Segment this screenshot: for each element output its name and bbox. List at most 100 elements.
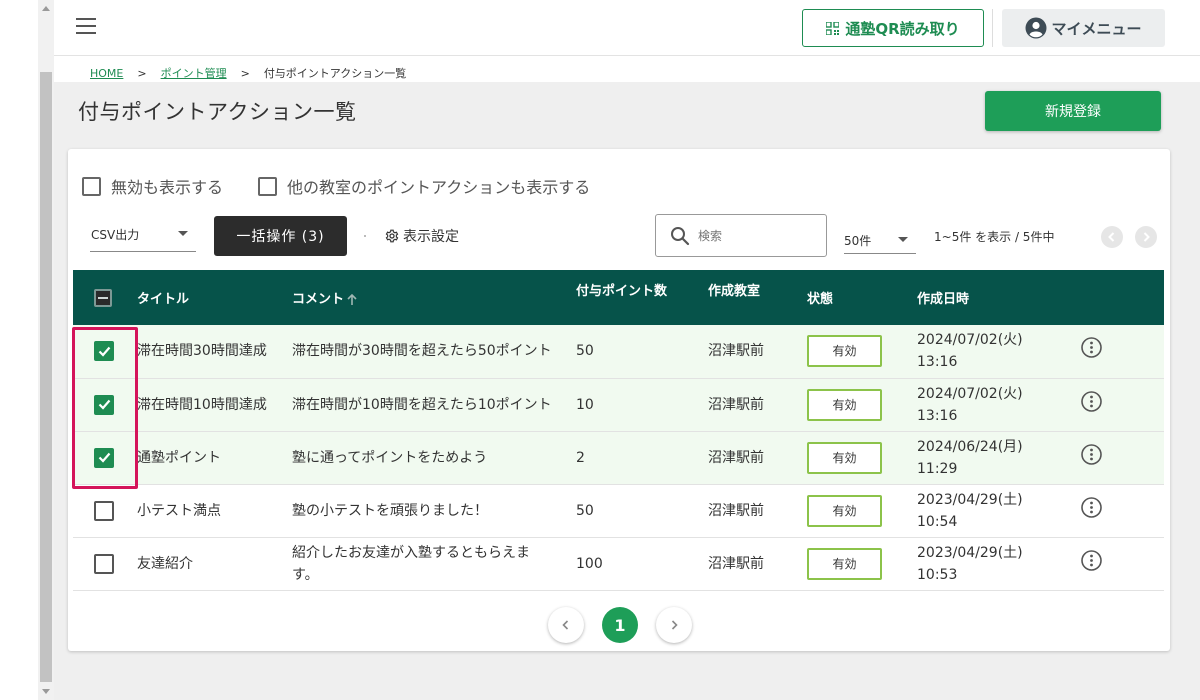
cell-comment: 塾に通ってポイントをためよう <box>292 449 488 466</box>
my-menu-label: マイメニュー <box>1051 19 1142 38</box>
cell-comment: 滞在時間が10時間を超えたら10ポイント <box>292 396 552 413</box>
left-margin <box>0 0 38 700</box>
more-vertical-icon[interactable] <box>1081 443 1102 465</box>
more-vertical-icon[interactable] <box>1081 549 1102 571</box>
next-page-icon[interactable] <box>1135 226 1157 248</box>
header-room[interactable]: 作成教室 <box>708 270 807 325</box>
cell-points: 50 <box>576 502 594 519</box>
cell-title: 滞在時間30時間達成 <box>137 343 267 360</box>
header-comment[interactable]: コメント <box>292 270 576 325</box>
breadcrumb-home-link[interactable]: HOME <box>90 67 123 80</box>
sort-up-arrow-icon[interactable] <box>346 293 358 306</box>
header-actions <box>1081 270 1164 325</box>
cell-points: 100 <box>576 555 603 572</box>
chevron-right-icon <box>671 620 678 630</box>
cell-points: 2 <box>576 449 585 466</box>
csv-export-select[interactable]: CSV出力 <box>90 216 196 252</box>
gear-icon <box>385 229 399 243</box>
cell-created: 2024/07/02(火) 13:16 <box>917 385 1023 424</box>
breadcrumb-current: 付与ポイントアクション一覧 <box>263 67 407 80</box>
qr-scan-button[interactable]: 通塾QR読み取り <box>802 9 984 47</box>
cell-room: 沼津駅前 <box>708 502 764 519</box>
user-circle-icon <box>1025 17 1047 39</box>
chevron-down-icon <box>178 231 188 236</box>
row-checkbox[interactable] <box>94 447 114 468</box>
check-icon <box>98 399 110 410</box>
more-vertical-icon[interactable] <box>1081 496 1102 518</box>
hamburger-icon[interactable] <box>76 18 96 34</box>
more-vertical-icon[interactable] <box>1081 390 1102 412</box>
scroll-up-arrow-icon[interactable] <box>42 6 50 11</box>
point-action-table: タイトル コメント 付与ポイント数 作成教室 状態 作成日時 滞在時間30時間達… <box>73 270 1164 591</box>
status-badge[interactable]: 有効 <box>807 494 882 527</box>
cell-room: 沼津駅前 <box>708 555 764 572</box>
cell-created: 2023/04/29(土) 10:54 <box>917 491 1023 530</box>
status-badge[interactable]: 有効 <box>807 335 882 368</box>
content-card: 無効も表示する 他の教室のポイントアクションも表示する CSV出力 一括操作 (… <box>68 149 1170 651</box>
search-input[interactable] <box>698 227 818 245</box>
cell-points: 10 <box>576 396 594 413</box>
header-created[interactable]: 作成日時 <box>917 270 1081 325</box>
table-row[interactable]: 滞在時間30時間達成 滞在時間が30時間を超えたら50ポイント 50 沼津駅前 … <box>73 325 1164 378</box>
search-icon <box>671 227 690 246</box>
table-row[interactable]: 友達紹介 紹介したお友達が入塾するともらえます。 100 沼津駅前 有効 202… <box>73 537 1164 590</box>
per-page-select[interactable]: 50件 <box>844 225 916 254</box>
show-inactive-checkbox[interactable]: 無効も表示する <box>82 174 223 198</box>
search-box[interactable] <box>655 214 827 257</box>
chevron-left-icon <box>562 620 569 630</box>
row-checkbox[interactable] <box>94 553 114 574</box>
qr-scan-label: 通塾QR読み取り <box>845 19 960 38</box>
cell-created: 2024/07/02(火) 13:16 <box>917 332 1023 371</box>
table-header-row: タイトル コメント 付与ポイント数 作成教室 状態 作成日時 <box>73 270 1164 325</box>
pagination-prev-button[interactable] <box>548 607 584 643</box>
select-all-checkbox[interactable] <box>94 288 112 307</box>
cell-comment: 滞在時間が30時間を超えたら50ポイント <box>292 343 552 360</box>
scroll-thumb[interactable] <box>40 72 52 682</box>
csv-export-label: CSV出力 <box>91 228 140 242</box>
cell-title: 滞在時間10時間達成 <box>137 396 267 413</box>
page-title: 付与ポイントアクション一覧 <box>78 100 357 124</box>
per-page-label: 50件 <box>844 234 872 248</box>
select-all-cell <box>73 270 137 325</box>
bulk-action-button[interactable]: 一括操作 (3) <box>214 216 347 256</box>
top-header: 通塾QR読み取り マイメニュー <box>54 0 1200 56</box>
chevron-down-icon <box>898 237 908 242</box>
scrollbar[interactable] <box>38 0 54 700</box>
row-checkbox[interactable] <box>94 394 114 415</box>
show-other-rooms-checkbox[interactable]: 他の教室のポイントアクションも表示する <box>258 174 590 198</box>
status-badge[interactable]: 有効 <box>807 388 882 421</box>
header-title[interactable]: タイトル <box>137 270 292 325</box>
pagination-next-button[interactable] <box>656 607 692 643</box>
table-row[interactable]: 滞在時間10時間達成 滞在時間が10時間を超えたら10ポイント 10 沼津駅前 … <box>73 378 1164 431</box>
display-settings-button[interactable]: 表示設定 <box>385 226 459 246</box>
cell-room: 沼津駅前 <box>708 343 764 360</box>
breadcrumb-points-link[interactable]: ポイント管理 <box>161 65 227 81</box>
checkbox-box[interactable] <box>82 176 101 196</box>
table-row[interactable]: 通塾ポイント 塾に通ってポイントをためよう 2 沼津駅前 有効 2024/06/… <box>73 431 1164 484</box>
app: 通塾QR読み取り マイメニュー HOME > ポイント管理 > 付与ポイントアク… <box>54 0 1200 700</box>
cell-title: 友達紹介 <box>137 555 193 572</box>
checkbox-box[interactable] <box>258 176 277 196</box>
table-row[interactable]: 小テスト満点 塾の小テストを頑張りました！ 50 沼津駅前 有効 2023/04… <box>73 484 1164 537</box>
row-checkbox[interactable] <box>94 500 114 521</box>
prev-page-icon[interactable] <box>1101 226 1123 248</box>
status-badge[interactable]: 有効 <box>807 441 882 474</box>
separator-dot <box>364 235 366 237</box>
cell-title: 通塾ポイント <box>137 449 221 466</box>
header-status[interactable]: 状態 <box>807 270 917 325</box>
status-badge[interactable]: 有効 <box>807 547 882 580</box>
header-divider <box>992 9 993 47</box>
cell-room: 沼津駅前 <box>708 396 764 413</box>
show-other-rooms-label: 他の教室のポイントアクションも表示する <box>287 178 591 197</box>
more-vertical-icon[interactable] <box>1081 337 1102 359</box>
range-text: 1~5件 を表示 / 5件中 <box>934 230 1055 244</box>
header-points[interactable]: 付与ポイント数 <box>576 270 708 325</box>
scroll-down-arrow-icon[interactable] <box>42 689 50 694</box>
my-menu-button[interactable]: マイメニュー <box>1002 9 1165 47</box>
new-register-button[interactable]: 新規登録 <box>985 91 1161 131</box>
row-checkbox[interactable] <box>94 341 114 362</box>
breadcrumb-separator: > <box>240 66 250 80</box>
breadcrumb-separator: > <box>137 66 147 80</box>
pagination-page-1[interactable]: 1 <box>602 607 638 643</box>
cell-comment: 紹介したお友達が入塾するともらえます。 <box>292 544 530 583</box>
